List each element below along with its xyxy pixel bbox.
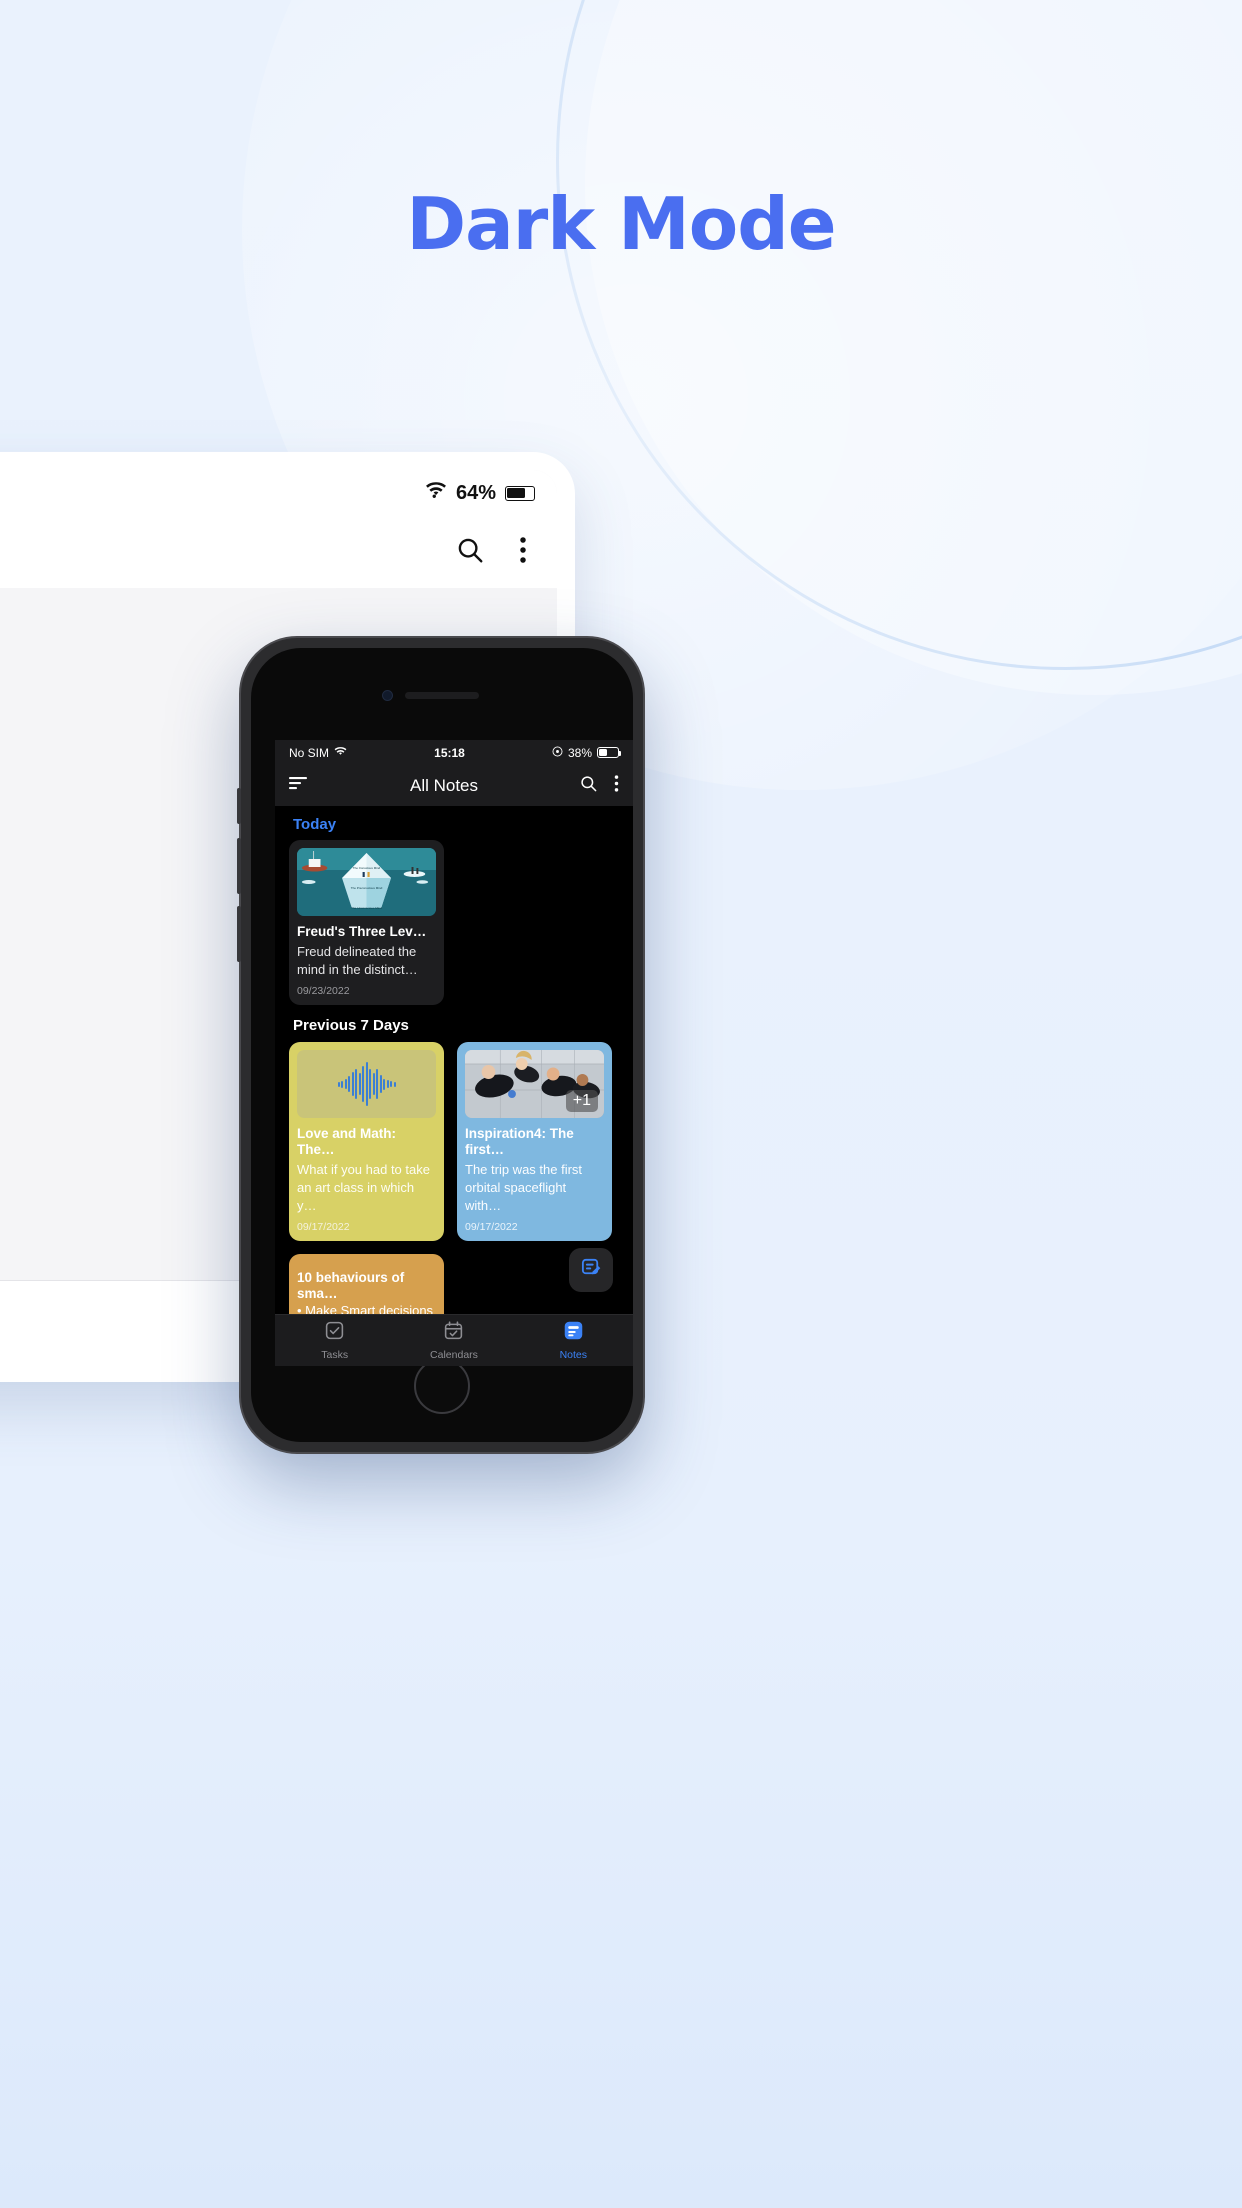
note-card-freud[interactable]: The Conscious Mind The Preconscious Mind…: [289, 840, 444, 1005]
tab-label: Calendars: [430, 1349, 478, 1361]
section-header-previous-7-days: Previous 7 Days: [293, 1017, 409, 1034]
tab-calendars[interactable]: Calendars: [394, 1320, 513, 1361]
tab-label: Notes: [559, 1349, 588, 1361]
thumbnail: [297, 1050, 436, 1118]
note-body: What if you had to take an art class in …: [297, 1162, 430, 1213]
page-title: Dark Mode: [406, 182, 836, 266]
note-date: 09/17/2022: [465, 1221, 518, 1233]
notes-icon: [563, 1321, 584, 1345]
page-title-all-notes: All Notes: [409, 775, 479, 795]
phone-device-mockup: No SIM 15:18 38% All Notes Today The Con…: [237, 636, 645, 1454]
tablet-status-bar: 64%: [0, 470, 557, 516]
phone-battery-percent: 38%: [567, 745, 592, 760]
wifi-icon: [425, 481, 447, 505]
tablet-battery-percent: 64%: [455, 481, 496, 504]
sort-menu-icon[interactable]: [289, 775, 309, 796]
tab-tasks[interactable]: Tasks: [275, 1320, 394, 1361]
svg-text:The Preconscious Mind: The Preconscious Mind: [351, 886, 383, 890]
phone-bezel: No SIM 15:18 38% All Notes Today The Con…: [251, 648, 633, 1442]
note-date: 09/17/2022: [297, 1221, 350, 1233]
home-button[interactable]: [414, 1358, 470, 1414]
tab-label: Tasks: [321, 1349, 349, 1361]
audio-waveform-icon: [297, 1050, 436, 1118]
battery-icon: [597, 747, 621, 758]
note-body: The trip was the first orbital spaceflig…: [465, 1162, 583, 1213]
phone-status-bar: No SIM 15:18 38%: [275, 740, 633, 765]
note-body: Freud delineated the mind in the distinc…: [297, 944, 418, 977]
checkbox-icon: [324, 1321, 345, 1345]
front-camera: [382, 690, 393, 701]
tab-notes[interactable]: Notes: [514, 1320, 633, 1361]
note-date: 09/23/2022: [297, 985, 350, 997]
carrier-label: No SIM: [289, 745, 330, 760]
note-title: 10 behaviours of sma…: [297, 1270, 405, 1301]
thumbnail: +1: [465, 1050, 604, 1118]
note-card-inspiration4[interactable]: +1 Inspiration4: The first… The trip was…: [457, 1042, 612, 1241]
photo-count-badge: +1: [565, 1090, 598, 1112]
svg-text:The Unconscious Mind: The Unconscious Mind: [351, 906, 382, 910]
note-title: Inspiration4: The first…: [465, 1126, 574, 1157]
search-icon[interactable]: [579, 774, 598, 798]
phone-app-bar: All Notes: [275, 765, 633, 806]
note-title: Freud's Three Lev…: [297, 924, 427, 939]
svg-text:The Conscious Mind: The Conscious Mind: [353, 866, 381, 870]
phone-volume-up-button[interactable]: [237, 788, 241, 824]
note-bullet: • Make Smart decisions: [297, 1303, 434, 1314]
note-title: Love and Math: The…: [297, 1126, 397, 1157]
phone-volume-down-button[interactable]: [237, 838, 241, 894]
more-vertical-icon[interactable]: [519, 535, 527, 570]
section-header-today: Today: [293, 816, 337, 833]
phone-tab-bar: Tasks Calendars Notes: [275, 1314, 633, 1366]
battery-icon: [505, 485, 537, 501]
status-clock: 15:18: [434, 745, 465, 760]
phone-screen: No SIM 15:18 38% All Notes Today The Con…: [275, 740, 633, 1366]
compose-note-button[interactable]: [569, 1248, 613, 1292]
earpiece-speaker: [405, 692, 479, 699]
compose-note-icon: [580, 1256, 603, 1284]
alarm-icon: [552, 746, 563, 760]
note-card-love-and-math[interactable]: Love and Math: The… What if you had to t…: [289, 1042, 444, 1241]
thumbnail: The Conscious Mind The Preconscious Mind…: [297, 848, 436, 916]
search-icon[interactable]: [455, 535, 485, 570]
calendar-check-icon: [443, 1321, 464, 1345]
notes-list[interactable]: Today The Conscious Mind The Preconsciou…: [275, 806, 633, 1314]
tablet-app-bar: [0, 516, 557, 588]
note-card-10-behaviours[interactable]: 10 behaviours of sma… • Make Smart decis…: [289, 1254, 444, 1314]
wifi-icon: [334, 746, 347, 760]
more-vertical-icon[interactable]: [614, 774, 619, 798]
phone-mute-switch[interactable]: [237, 906, 241, 962]
